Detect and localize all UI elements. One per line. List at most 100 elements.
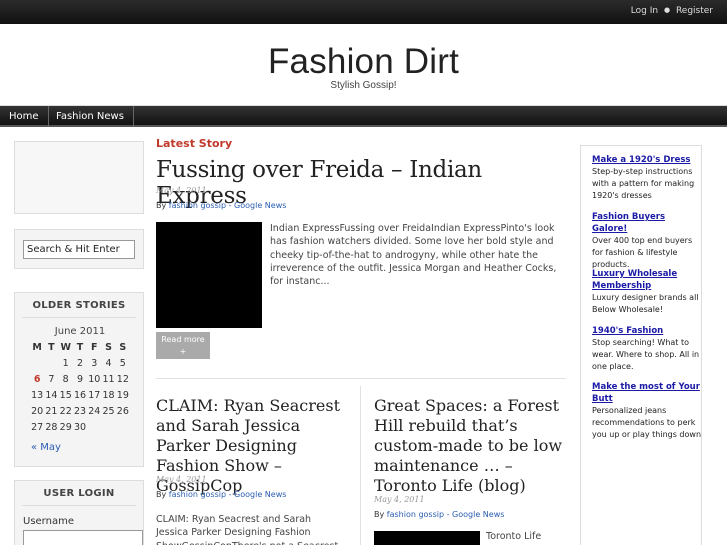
site-tagline: Stylish Gossip! (330, 80, 397, 91)
calendar-day: 25 (102, 406, 115, 417)
calendar-day: 16 (73, 390, 87, 401)
column-divider (360, 386, 361, 545)
post-date: May 4, 2011 (374, 495, 425, 504)
post-byline: By fashion gossip - Google News (374, 510, 505, 519)
widget-divider (22, 317, 136, 318)
calendar-day: 12 (116, 374, 129, 385)
calendar-day: 11 (102, 374, 115, 385)
ad-unit: Make a 1920's Dress Step-by-step instruc… (592, 154, 702, 202)
calendar-day: 15 (59, 390, 72, 401)
calendar-day: 1 (62, 358, 69, 369)
calendar-day: 8 (62, 374, 69, 385)
calendar-day-today: 6 (33, 374, 41, 385)
site-header: Fashion Dirt Stylish Gossip! (0, 24, 727, 106)
calendar-day: 26 (116, 406, 129, 417)
calendar-day: 5 (119, 358, 126, 369)
ad-text: Over 400 top end buyers for fashion & li… (592, 236, 693, 269)
lead-story-excerpt: Indian ExpressFussing over FreidaIndian … (270, 223, 557, 288)
calendar-day: 22 (59, 406, 72, 417)
post-title[interactable]: Great Spaces: a Forest Hill rebuild that… (374, 396, 566, 496)
calendar-day: 17 (88, 390, 101, 401)
calendar-day: 10 (88, 374, 101, 385)
calendar-day: 3 (91, 358, 98, 369)
lead-story-date: May 4, 2011 (156, 186, 207, 195)
author-link[interactable]: fashion gossip - Google News (387, 510, 505, 519)
widget-divider (22, 505, 136, 506)
weekday-label: W (60, 342, 71, 353)
login-link[interactable]: Log In (631, 6, 658, 16)
calendar-day (87, 420, 101, 436)
site-title[interactable]: Fashion Dirt (0, 42, 727, 82)
byline-prefix: By (156, 201, 169, 210)
weekday-label: F (91, 342, 98, 353)
ad-title-link[interactable]: Make a 1920's Dress (592, 154, 702, 166)
separator-dot: ● (663, 6, 671, 14)
user-login-title: USER LOGIN (43, 488, 115, 499)
calendar-day (44, 356, 58, 372)
ad-title-link[interactable]: Luxury Wholesale Membership (592, 268, 702, 292)
post-byline: By fashion gossip - Google News (156, 490, 287, 499)
account-links: Log In ● Register (631, 6, 713, 16)
main-nav: Home Fashion News (0, 106, 727, 127)
calendar-weekday-row: M T W T F S S (30, 340, 130, 356)
weekday-label: T (76, 342, 84, 353)
register-link[interactable]: Register (676, 6, 713, 16)
calendar-day (101, 420, 115, 436)
calendar-day: 21 (45, 406, 58, 417)
lead-story-thumbnail[interactable] (156, 222, 262, 328)
ad-title-link[interactable]: Fashion Buyers Galore! (592, 211, 702, 235)
read-more-button[interactable]: Read more + (156, 332, 210, 359)
calendar-week: 13 14 15 16 17 18 19 (30, 388, 130, 404)
post-thumbnail[interactable] (374, 531, 480, 545)
sidebar-ad-slot (14, 141, 144, 214)
older-stories-widget: OLDER STORIES June 2011 M T W T F S S 1 … (14, 292, 144, 467)
calendar: June 2011 M T W T F S S 1 2 3 4 5 6 7 8 … (30, 326, 130, 436)
plus-icon: + (179, 347, 187, 356)
weekday-label: M (32, 342, 42, 353)
ad-text: Personalized jeans recommendations to pe… (592, 406, 702, 439)
calendar-day: 24 (88, 406, 101, 417)
post-excerpt: CLAIM: Ryan Seacrest and Sarah Jessica P… (156, 514, 342, 545)
older-stories-title: OLDER STORIES (32, 300, 126, 311)
calendar-week: 6 7 8 9 10 11 12 (30, 372, 130, 388)
calendar-day: 27 (31, 422, 44, 433)
calendar-week: 20 21 22 23 24 25 26 (30, 404, 130, 420)
ad-text: Luxury designer brands all Below Wholesa… (592, 293, 699, 314)
calendar-day: 14 (45, 390, 58, 401)
calendar-day: 29 (59, 422, 72, 433)
username-field[interactable] (23, 530, 143, 545)
author-link[interactable]: fashion gossip - Google News (169, 490, 287, 499)
search-input[interactable] (23, 240, 135, 259)
calendar-day: 30 (73, 422, 87, 433)
author-link[interactable]: fashion gossip - Google News (169, 201, 287, 210)
ad-unit: Make the most of Your Butt Personalized … (592, 381, 702, 441)
calendar-day: 18 (102, 390, 115, 401)
ad-unit: Luxury Wholesale Membership Luxury desig… (592, 268, 702, 316)
ad-title-link[interactable]: Make the most of Your Butt (592, 381, 702, 405)
nav-item-home[interactable]: Home (0, 106, 49, 127)
calendar-week: 1 2 3 4 5 (30, 356, 130, 372)
read-more-label: Read more (161, 335, 205, 344)
calendar-day: 19 (116, 390, 129, 401)
calendar-day: 4 (105, 358, 112, 369)
calendar-prev-month-link[interactable]: « May (31, 442, 61, 453)
calendar-day: 7 (48, 374, 55, 385)
calendar-day (30, 356, 44, 372)
calendar-day: 20 (31, 406, 44, 417)
ad-title-link[interactable]: 1940's Fashion (592, 325, 702, 337)
main-content: Latest Story Fussing over Freida – India… (156, 130, 566, 545)
nav-item-fashion-news[interactable]: Fashion News (47, 106, 134, 127)
ad-text: Stop searching! What to wear. Where to s… (592, 338, 700, 371)
calendar-week: 27 28 29 30 (30, 420, 130, 436)
section-divider (156, 378, 566, 379)
post-date: May 4, 2011 (156, 475, 207, 484)
calendar-day: 28 (45, 422, 58, 433)
search-box (14, 229, 144, 269)
ad-text: Step-by-step instructions with a pattern… (592, 167, 695, 200)
calendar-day: 13 (31, 390, 44, 401)
calendar-caption: June 2011 (54, 326, 106, 337)
username-label: Username (23, 516, 74, 527)
ad-unit: Fashion Buyers Galore! Over 400 top end … (592, 211, 702, 271)
calendar-day: 2 (76, 358, 83, 369)
weekday-label: S (119, 342, 127, 353)
